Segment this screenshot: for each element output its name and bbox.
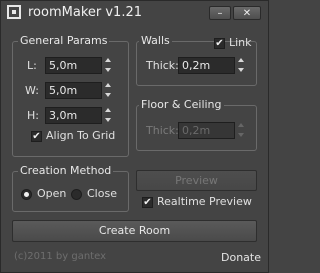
walls-thickness-label: Thick: [146, 59, 179, 72]
height-spin-up-icon[interactable] [104, 107, 112, 115]
width-label: W: [25, 84, 39, 97]
link-label[interactable]: Link [229, 36, 252, 49]
width-spinner[interactable]: 5,0m [45, 82, 112, 99]
create-room-button[interactable]: Create Room [12, 220, 257, 242]
height-spin-down-icon[interactable] [104, 116, 112, 124]
donate-link[interactable]: Donate [221, 251, 261, 264]
window-title: roomMaker v1.21 [28, 5, 142, 20]
floor-ceiling-thickness-field[interactable]: 0,2m [178, 122, 235, 139]
width-field[interactable]: 5,0m [45, 82, 102, 99]
walls-thickness-spinner[interactable]: 0,2m [178, 57, 245, 74]
title-bar[interactable]: roomMaker v1.21 – ✕ [1, 1, 268, 25]
roommaker-window: roomMaker v1.21 – ✕ General Params L: 5,… [0, 0, 269, 273]
link-checkbox[interactable]: ✔ [214, 38, 225, 49]
floor-ceiling-spin-up-icon[interactable] [237, 122, 245, 130]
floor-ceiling-title: Floor & Ceiling [139, 98, 224, 111]
copyright-text: (c)2011 by gantex [14, 251, 107, 262]
floor-ceiling-thickness-spinner[interactable]: 0,2m [178, 122, 245, 139]
walls-thickness-spin-up-icon[interactable] [237, 57, 245, 65]
floor-ceiling-spin-down-icon[interactable] [237, 131, 245, 139]
length-spinner[interactable]: 5,0m [45, 57, 112, 74]
align-to-grid-label[interactable]: Align To Grid [46, 129, 115, 142]
height-spinner[interactable]: 3,0m [45, 107, 112, 124]
app-icon [7, 5, 21, 19]
creation-open-radio[interactable] [21, 189, 32, 200]
creation-method-title: Creation Method [18, 164, 114, 177]
height-label: H: [27, 109, 39, 122]
height-field[interactable]: 3,0m [45, 107, 102, 124]
walls-thickness-spin-down-icon[interactable] [237, 66, 245, 74]
floor-ceiling-thickness-label: Thick: [146, 124, 179, 137]
walls-thickness-field[interactable]: 0,2m [178, 57, 235, 74]
length-spin-up-icon[interactable] [104, 57, 112, 65]
realtime-preview-label[interactable]: Realtime Preview [157, 195, 252, 208]
width-spin-down-icon[interactable] [104, 91, 112, 99]
length-spin-down-icon[interactable] [104, 66, 112, 74]
preview-button[interactable]: Preview [136, 170, 257, 191]
width-spin-up-icon[interactable] [104, 82, 112, 90]
minimize-button[interactable]: – [209, 6, 231, 20]
general-params-title: General Params [18, 34, 110, 47]
length-label: L: [27, 59, 37, 72]
walls-title: Walls [139, 34, 172, 47]
length-field[interactable]: 5,0m [45, 57, 102, 74]
creation-open-label[interactable]: Open [37, 187, 66, 200]
creation-close-label[interactable]: Close [87, 187, 117, 200]
creation-close-radio[interactable] [71, 189, 82, 200]
realtime-preview-checkbox[interactable]: ✔ [142, 197, 153, 208]
align-to-grid-checkbox[interactable]: ✔ [31, 131, 42, 142]
close-button[interactable]: ✕ [233, 6, 261, 20]
